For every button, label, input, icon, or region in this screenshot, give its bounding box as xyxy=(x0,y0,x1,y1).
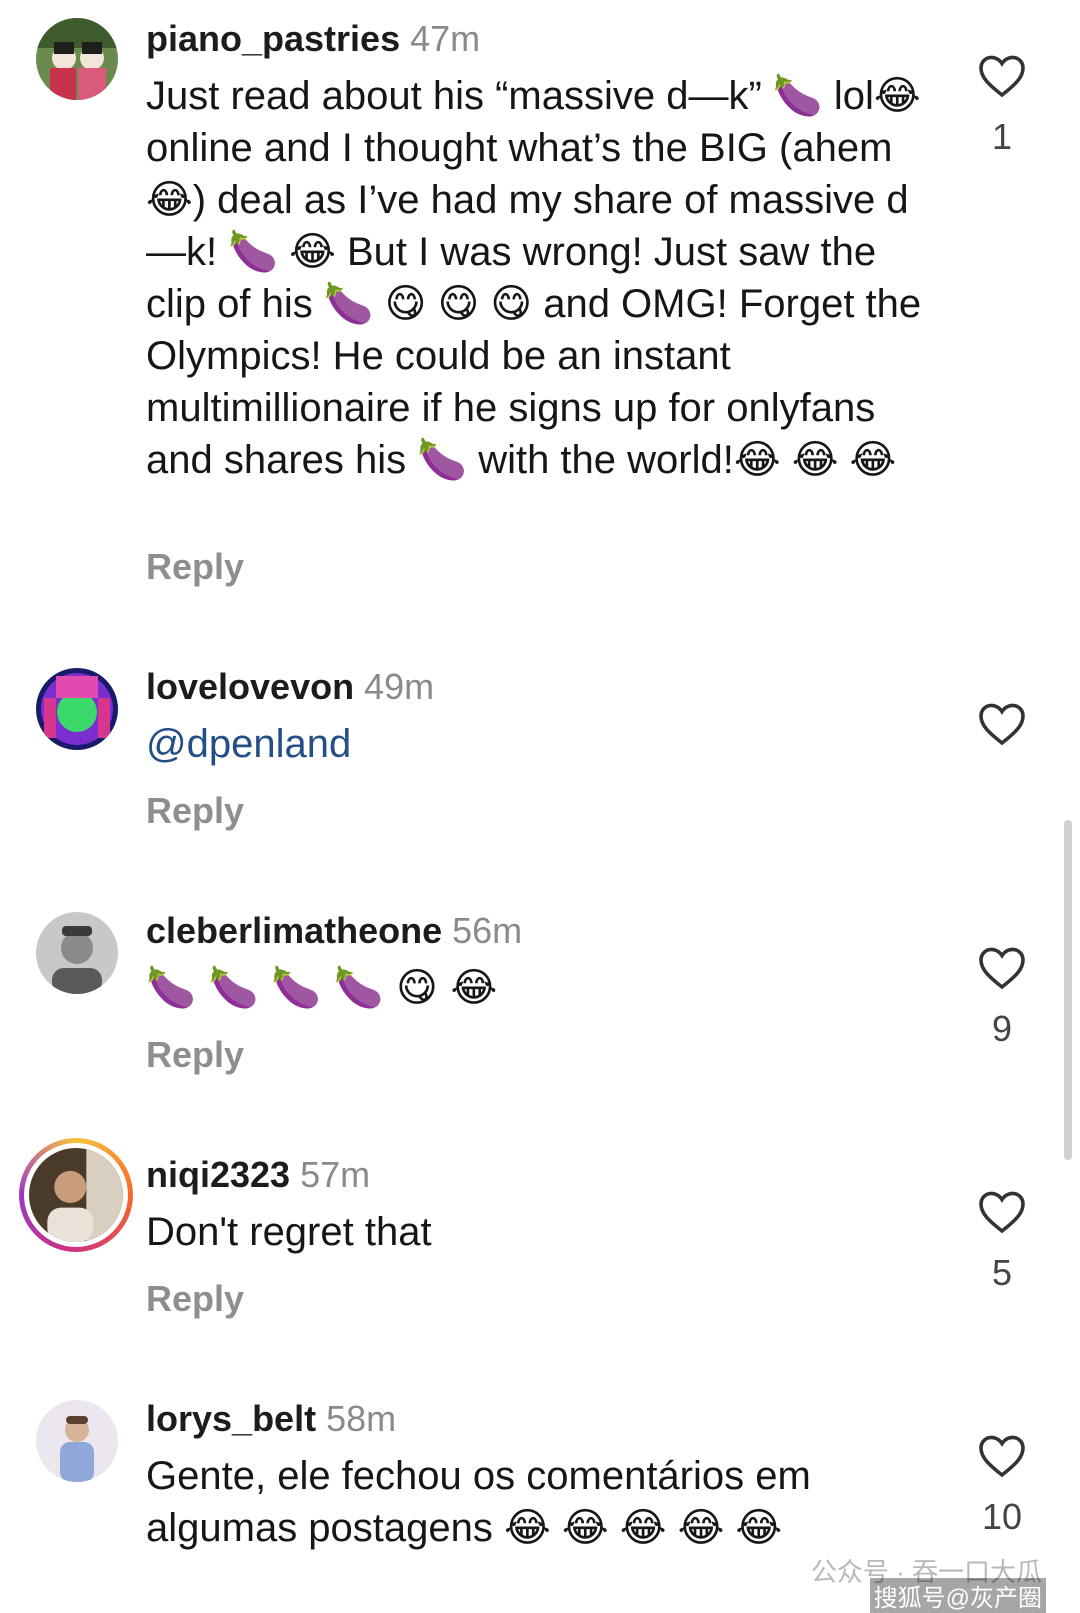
username[interactable]: cleberlimatheone xyxy=(146,910,442,951)
heart-outline-icon[interactable] xyxy=(978,946,1026,990)
comment-text: @dpenland xyxy=(146,718,926,770)
avatar[interactable] xyxy=(36,18,118,100)
heart-outline-icon[interactable] xyxy=(978,54,1026,98)
reply-button[interactable]: Reply xyxy=(146,790,244,832)
comment-text: 🍆 🍆 🍆 🍆 😋 😂 xyxy=(146,965,498,1011)
like-control: 1 xyxy=(970,54,1034,158)
comment-header: piano_pastries 47m xyxy=(146,16,480,62)
reply-button[interactable]: Reply xyxy=(146,1034,244,1076)
reply-button[interactable]: Reply xyxy=(146,1278,244,1320)
avatar-story-ring xyxy=(24,1143,128,1247)
like-count: 1 xyxy=(991,116,1013,157)
heart-outline-icon[interactable] xyxy=(978,1434,1026,1478)
username[interactable]: piano_pastries xyxy=(146,18,400,59)
mention-link[interactable]: @dpenland xyxy=(146,722,351,766)
comment-text: Don't regret that xyxy=(146,1210,432,1254)
username[interactable]: niqi2323 xyxy=(146,1154,290,1195)
comment-text: Just read about his “massive d—k” 🍆 lol😂… xyxy=(146,74,922,482)
timestamp: 56m xyxy=(452,910,523,951)
reply-button[interactable]: Reply xyxy=(146,546,244,588)
avatar[interactable] xyxy=(19,1138,133,1252)
like-count: 5 xyxy=(991,1252,1013,1293)
avatar[interactable] xyxy=(36,912,118,994)
like-control: 9 xyxy=(970,946,1034,1050)
like-count: 10 xyxy=(981,1496,1023,1537)
timestamp: 58m xyxy=(326,1398,397,1439)
avatar[interactable] xyxy=(36,668,118,750)
timestamp: 49m xyxy=(364,666,435,707)
heart-outline-icon[interactable] xyxy=(978,702,1026,746)
like-control: 5 xyxy=(970,1190,1034,1294)
username[interactable]: lorys_belt xyxy=(146,1398,316,1439)
username[interactable]: lovelovevon xyxy=(146,666,354,707)
comment-header: niqi2323 57m xyxy=(146,1152,370,1198)
timestamp: 47m xyxy=(410,18,481,59)
heart-outline-icon[interactable] xyxy=(978,1190,1026,1234)
comment-header: lorys_belt 58m xyxy=(146,1396,396,1442)
scrollbar[interactable] xyxy=(1064,820,1072,1160)
like-count: 9 xyxy=(991,1008,1013,1049)
watermark-label: 搜狐号@灰产圈 xyxy=(869,1578,1046,1613)
comment-text: Gente, ele fechou os comentários em algu… xyxy=(146,1454,811,1550)
comment-header: cleberlimatheone 56m xyxy=(146,908,522,954)
like-control: 10 xyxy=(970,1434,1034,1538)
like-control xyxy=(970,702,1034,764)
avatar[interactable] xyxy=(36,1400,118,1482)
timestamp: 57m xyxy=(300,1154,371,1195)
comment-header: lovelovevon 49m xyxy=(146,664,434,710)
